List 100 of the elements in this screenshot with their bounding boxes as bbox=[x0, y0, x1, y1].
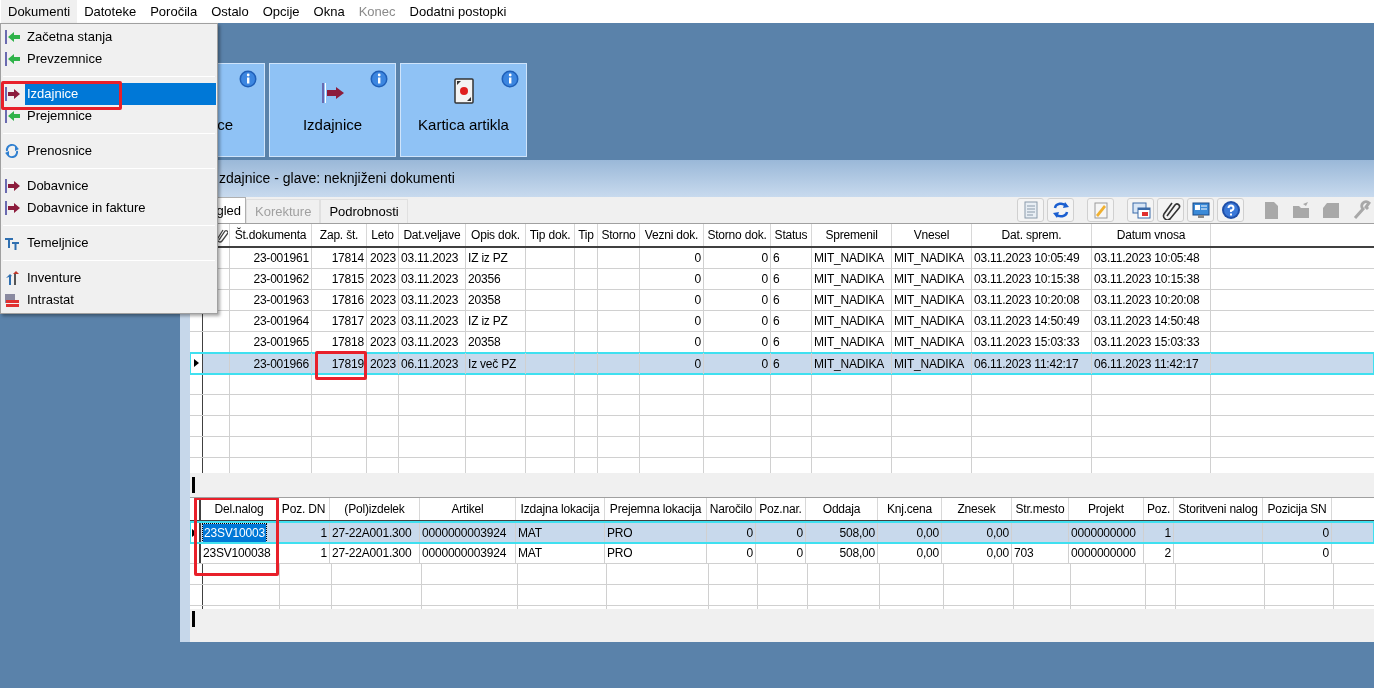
table-cell: MIT_NADIKA bbox=[812, 311, 892, 331]
column-header[interactable]: Izdajna lokacija bbox=[516, 498, 605, 520]
table-cell-text: 0000000000 bbox=[1071, 545, 1136, 562]
table-cell-text: 0 bbox=[796, 545, 803, 562]
table-cell-text: 0 bbox=[746, 524, 753, 542]
table-cell-text: 2 bbox=[1164, 545, 1171, 562]
column-header[interactable]: Poz.nar. bbox=[756, 498, 806, 520]
column-header[interactable]: Leto bbox=[367, 224, 399, 246]
table-cell-text: MAT bbox=[518, 545, 542, 562]
menu-item[interactable]: Intrastat bbox=[25, 289, 216, 311]
column-header[interactable]: Artikel bbox=[420, 498, 516, 520]
tile-label: ce bbox=[217, 115, 233, 135]
table-cell-text: 1 bbox=[1164, 524, 1171, 542]
column-header[interactable]: (Pol)izdelek bbox=[330, 498, 420, 520]
table-cell: 0 bbox=[640, 290, 704, 310]
table-cell: 06.11.2023 11:42:17 bbox=[972, 353, 1092, 374]
table-cell: MIT_NADIKA bbox=[892, 311, 972, 331]
menu-item[interactable]: Začetna stanja bbox=[25, 26, 216, 48]
table-cell: 6 bbox=[771, 311, 812, 331]
column-header[interactable]: Poz. bbox=[1144, 498, 1174, 520]
menu-item[interactable]: Okna bbox=[306, 0, 352, 23]
table-cell: 17817 bbox=[312, 311, 367, 331]
column-header[interactable]: Oddaja bbox=[806, 498, 878, 520]
table-cell: 0 bbox=[704, 269, 771, 289]
column-header[interactable]: Tip bbox=[575, 224, 598, 246]
tile-button[interactable]: Izdajnice bbox=[269, 63, 396, 157]
column-header[interactable]: Opis dok. bbox=[466, 224, 526, 246]
table-cell-text: PRO bbox=[607, 545, 633, 562]
table-cell: 17814 bbox=[312, 248, 367, 268]
column-header[interactable]: Dat. sprem. bbox=[972, 224, 1092, 246]
table-cell: MIT_NADIKA bbox=[892, 290, 972, 310]
column-header[interactable]: Naročilo bbox=[707, 498, 756, 520]
menu-item[interactable]: Temeljnice bbox=[25, 232, 216, 254]
table-cell: 6 bbox=[771, 248, 812, 268]
table-cell: 2023 bbox=[367, 269, 399, 289]
column-header[interactable]: Znesek bbox=[942, 498, 1012, 520]
menu-item[interactable]: Izdajnice bbox=[25, 83, 216, 105]
menu-item[interactable]: Prejemnice bbox=[25, 105, 216, 127]
column-header[interactable]: Dat.veljave bbox=[399, 224, 466, 246]
column-header[interactable]: Spremenil bbox=[812, 224, 892, 246]
menu-item[interactable]: Prevzemnice bbox=[25, 48, 216, 70]
table-cell: MIT_NADIKA bbox=[892, 353, 972, 374]
column-header[interactable]: Storno bbox=[598, 224, 640, 246]
table-cell: MIT_NADIKA bbox=[812, 290, 892, 310]
table-cell: 0 bbox=[640, 311, 704, 331]
table-cell: 6 bbox=[771, 353, 812, 374]
column-header[interactable]: Storno dok. bbox=[704, 224, 771, 246]
menu-item[interactable]: Poročila bbox=[143, 0, 205, 23]
menu-item[interactable]: Dobavnice bbox=[25, 175, 216, 197]
table-cell: 0 bbox=[704, 353, 771, 374]
menu-item[interactable]: Prenosnice bbox=[25, 140, 216, 162]
column-header[interactable]: Status bbox=[771, 224, 812, 246]
table-cell-text: 0 bbox=[796, 524, 803, 542]
table-cell-text: 23SV100038 bbox=[203, 545, 271, 562]
table-cell-text: 0 bbox=[1322, 524, 1329, 542]
table-cell-text: 0000000003924 bbox=[422, 545, 507, 562]
menu-item[interactable]: Ostalo bbox=[204, 0, 256, 23]
table-cell: 03.11.2023 10:20:08 bbox=[972, 290, 1092, 310]
table-cell: 2023 bbox=[367, 311, 399, 331]
table-cell-text: 27-22A001.300 bbox=[332, 524, 412, 542]
table-cell-text: 1 bbox=[320, 524, 327, 542]
column-header[interactable]: Storitveni nalog bbox=[1174, 498, 1263, 520]
column-header[interactable]: Del.nalog bbox=[201, 498, 278, 520]
table-cell: MIT_NADIKA bbox=[892, 269, 972, 289]
table-cell: 0 bbox=[640, 248, 704, 268]
column-header[interactable]: Poz. DN bbox=[278, 498, 330, 520]
table-cell: 03.11.2023 14:50:49 bbox=[972, 311, 1092, 331]
column-header[interactable]: Datum vnosa bbox=[1092, 224, 1211, 246]
column-header[interactable]: Vezni dok. bbox=[640, 224, 704, 246]
table-cell: 2023 bbox=[367, 248, 399, 268]
table-cell-text: 0,00 bbox=[916, 545, 939, 562]
column-header[interactable]: Tip dok. bbox=[526, 224, 575, 246]
table-cell: 0 bbox=[704, 311, 771, 331]
tab[interactable]: Podrobnosti bbox=[320, 199, 408, 223]
menu-item[interactable]: Dokumenti bbox=[1, 0, 78, 23]
table-cell-text: 0,00 bbox=[916, 524, 939, 542]
menu-item[interactable]: Datoteke bbox=[77, 0, 144, 23]
column-header[interactable]: Str.mesto bbox=[1012, 498, 1069, 520]
table-cell: 03.11.2023 bbox=[399, 269, 466, 289]
column-header[interactable]: Prejemna lokacija bbox=[605, 498, 707, 520]
column-header[interactable]: Projekt bbox=[1069, 498, 1144, 520]
menu-item[interactable]: Inventure bbox=[25, 267, 216, 289]
column-header[interactable]: Zap. št. bbox=[312, 224, 367, 246]
table-cell: IZ iz PZ bbox=[466, 248, 526, 268]
window-title: zdajnice - glave: neknjiženi dokumenti bbox=[219, 169, 455, 188]
column-header[interactable]: Št.dokumenta bbox=[230, 224, 312, 246]
table-cell-text: 0000000000 bbox=[1071, 524, 1136, 542]
table-cell: 0 bbox=[704, 290, 771, 310]
column-header[interactable]: Pozicija SN bbox=[1263, 498, 1332, 520]
table-cell-text: 1 bbox=[320, 545, 327, 562]
table-cell: 03.11.2023 10:05:49 bbox=[972, 248, 1092, 268]
tile-label: Kartica artikla bbox=[418, 115, 509, 135]
menu-item[interactable]: Opcije bbox=[255, 0, 307, 23]
table-cell: 03.11.2023 bbox=[399, 311, 466, 331]
table-cell: 20358 bbox=[466, 290, 526, 310]
tile-button[interactable]: Kartica artikla bbox=[400, 63, 527, 157]
column-header[interactable]: Vnesel bbox=[892, 224, 972, 246]
column-header[interactable]: Knj.cena bbox=[878, 498, 942, 520]
menu-item[interactable]: Dodatni postopki bbox=[402, 0, 514, 23]
table-cell: 23-001962 bbox=[230, 269, 312, 289]
